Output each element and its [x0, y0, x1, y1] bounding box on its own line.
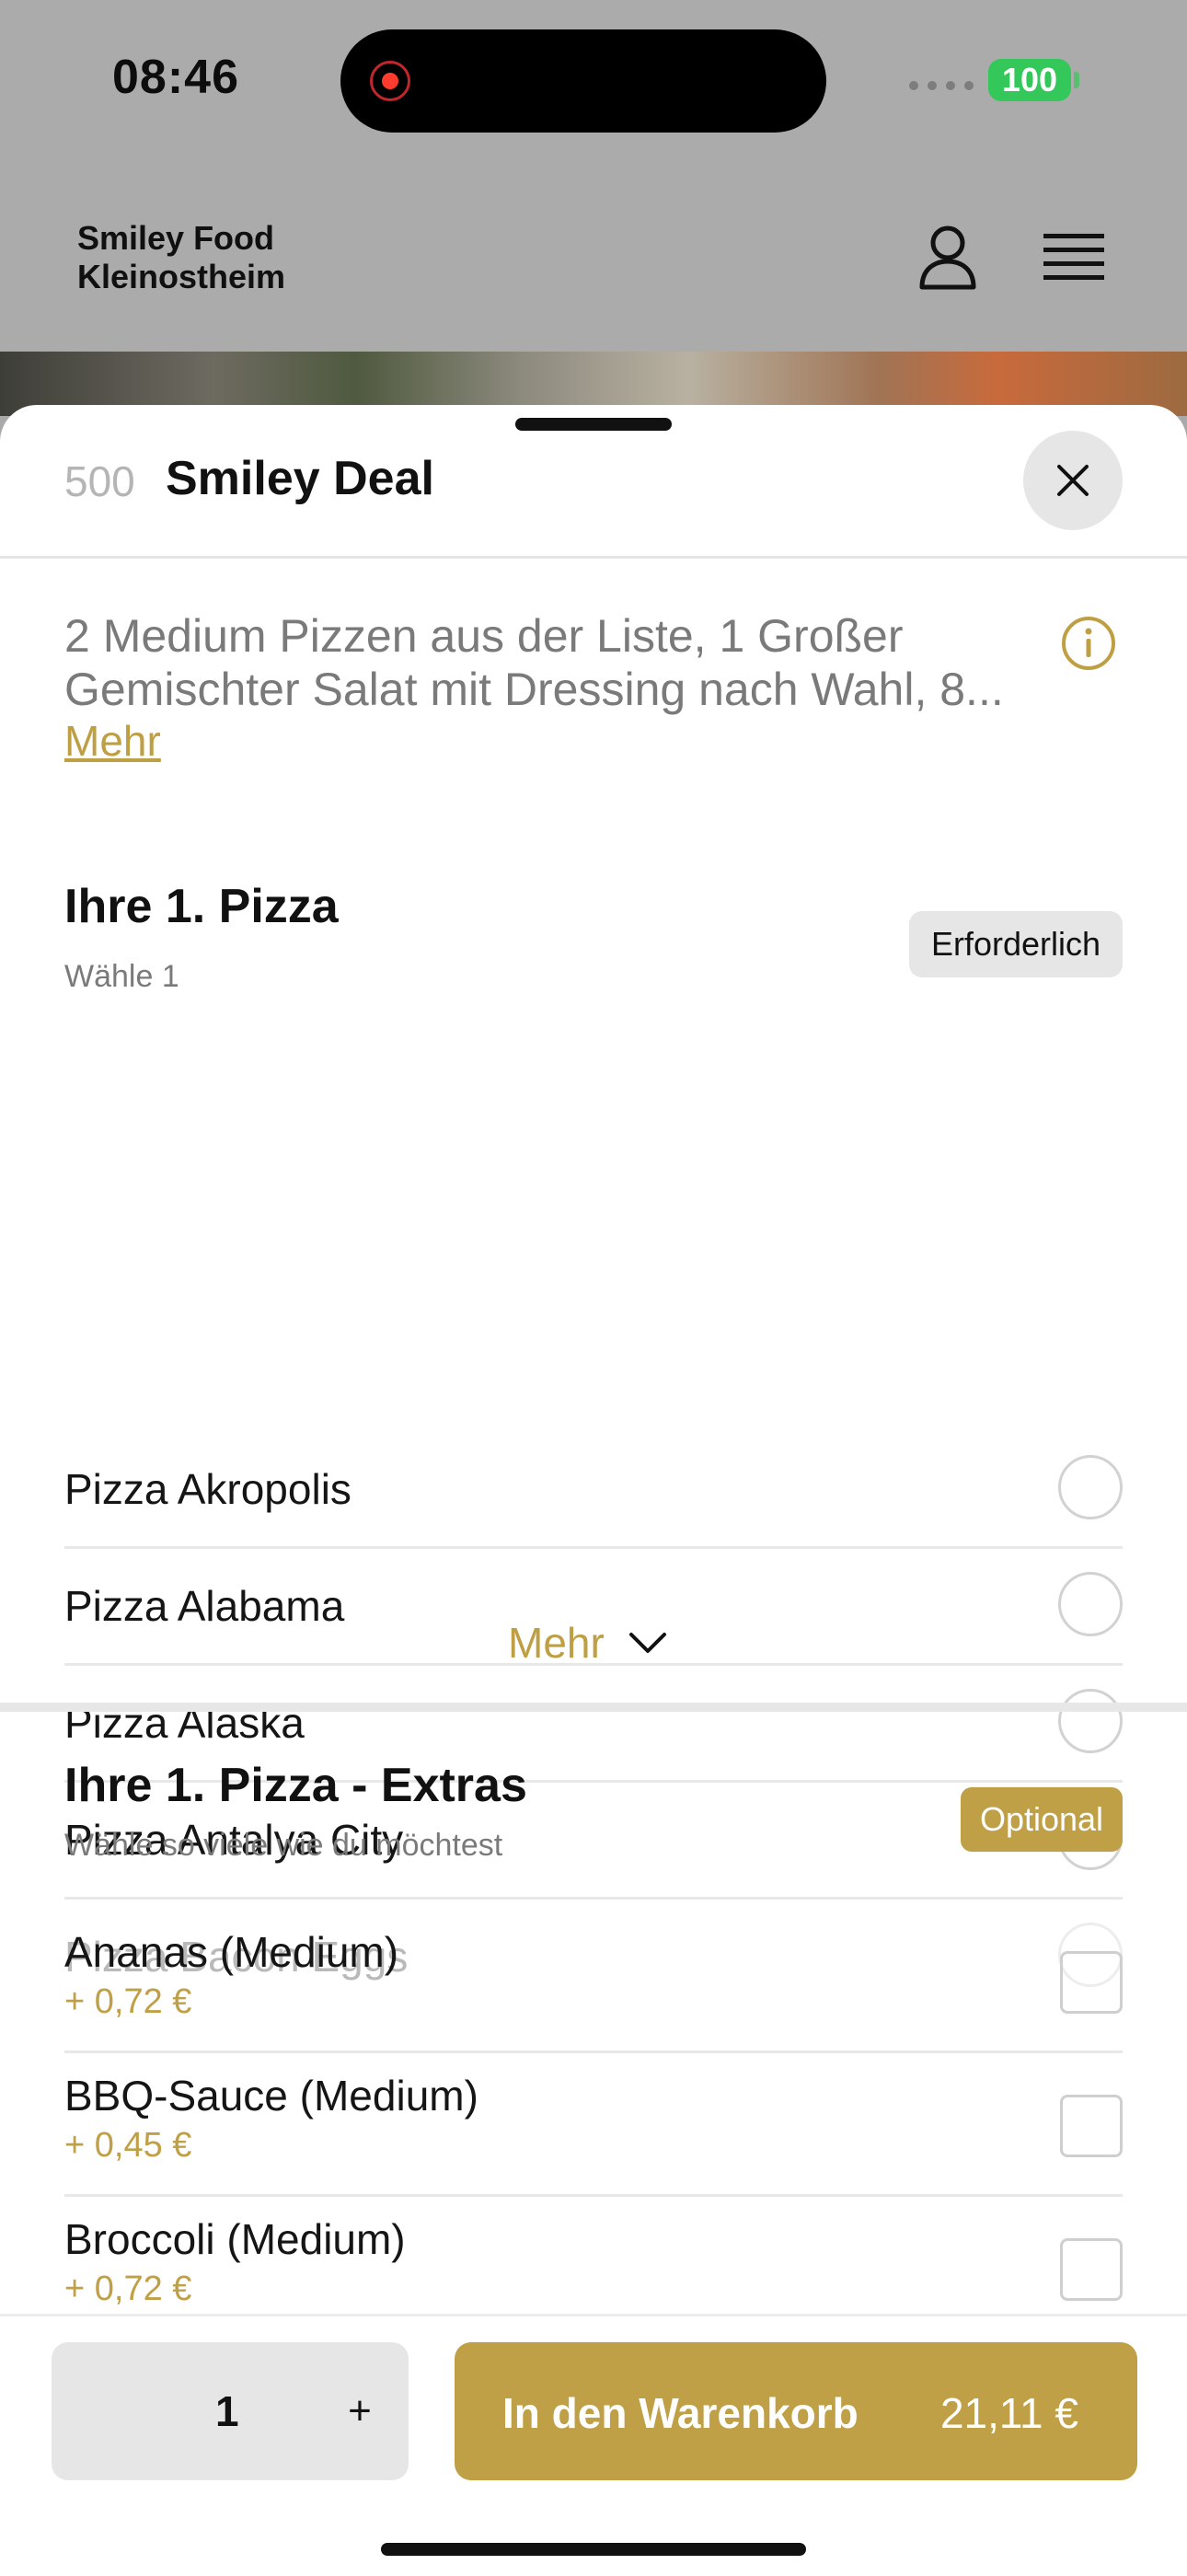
product-title: Smiley Deal [166, 452, 434, 505]
pizza-option-label: Pizza Alabama [64, 1582, 345, 1630]
extra-option-checkbox[interactable] [1060, 2238, 1123, 2301]
record-icon [370, 61, 410, 101]
close-icon [1057, 465, 1089, 496]
sheet-header: 500 Smiley Deal [0, 405, 1187, 559]
show-more-button[interactable]: Mehr [508, 1618, 667, 1668]
close-button[interactable] [1023, 431, 1123, 530]
extras-section-subtitle: Wähle so viele wie du möchtest [64, 1828, 503, 1863]
pizza-section-title: Ihre 1. Pizza [64, 880, 339, 933]
pizza-option-radio[interactable] [1058, 1572, 1123, 1636]
chevron-down-icon [628, 1633, 666, 1653]
quantity-increase-button[interactable]: + [328, 2379, 392, 2443]
user-icon[interactable] [918, 225, 977, 291]
signal-icon [909, 81, 974, 90]
product-description: 2 Medium Pizzen aus der Liste, 1 Großer … [64, 609, 1012, 716]
quantity-value: 1 [215, 2387, 239, 2435]
brand-line-2: Kleinostheim [77, 258, 286, 295]
extra-option-price: + 0,72 € [64, 1982, 192, 2021]
home-indicator[interactable] [381, 2543, 806, 2556]
section-divider [0, 1703, 1187, 1712]
extra-option-label: Broccoli (Medium) [64, 2215, 406, 2263]
status-time: 08:46 [112, 51, 239, 104]
extras-section-title: Ihre 1. Pizza - Extras [64, 1759, 527, 1812]
sheet-footer: 1 + In den Warenkorb 21,11 € [0, 2314, 1187, 2576]
pizza-option-label: Pizza Akropolis [64, 1465, 351, 1513]
description-line: Gemischter Salat mit Dressing nach Wahl,… [64, 664, 1004, 715]
add-to-cart-label: In den Warenkorb [502, 2389, 859, 2437]
extra-option-label: BBQ-Sauce (Medium) [64, 2072, 478, 2120]
extra-option-price: + 0,72 € [64, 2270, 192, 2308]
description-line: 2 Medium Pizzen aus der Liste, 1 Großer [64, 610, 904, 662]
add-to-cart-price: 21,11 € [939, 2389, 1078, 2437]
required-badge: Erforderlich [909, 911, 1123, 977]
add-to-cart-button[interactable]: In den Warenkorb 21,11 € [455, 2342, 1137, 2480]
dynamic-island [340, 29, 826, 133]
extra-option-checkbox[interactable] [1060, 1951, 1123, 2014]
pizza-option-radio[interactable] [1058, 1689, 1123, 1753]
brand-line-1: Smiley Food [77, 219, 275, 257]
pizza-option[interactable]: Pizza Akropolis [64, 1429, 1123, 1549]
show-more-label: Mehr [508, 1619, 605, 1667]
battery-tip [1074, 72, 1079, 88]
quantity-stepper[interactable]: 1 + [52, 2342, 409, 2480]
background-app: 08:46 100 Smiley Food Kleinostheim [0, 0, 1187, 416]
optional-badge: Optional [961, 1787, 1123, 1852]
battery-indicator: 100 [988, 59, 1071, 101]
product-sheet: 500 Smiley Deal 2 Medium Pizzen aus der … [0, 405, 1187, 2573]
extra-option-label: Ananas (Medium) [64, 1928, 399, 1976]
extra-option[interactable]: BBQ-Sauce (Medium) + 0,45 € [64, 2050, 1123, 2197]
extra-option[interactable]: Ananas (Medium) + 0,72 € [64, 1907, 1123, 2053]
hamburger-menu-icon[interactable] [1043, 232, 1104, 283]
description-more-link[interactable]: Mehr [64, 716, 161, 766]
info-icon[interactable] [1060, 615, 1117, 672]
restaurant-brand[interactable]: Smiley Food Kleinostheim [77, 219, 285, 296]
extra-option-checkbox[interactable] [1060, 2095, 1123, 2157]
extra-option-price: + 0,45 € [64, 2126, 192, 2165]
pizza-option-radio[interactable] [1058, 1455, 1123, 1519]
product-number: 500 [64, 457, 135, 505]
pizza-section-subtitle: Wähle 1 [64, 959, 179, 994]
